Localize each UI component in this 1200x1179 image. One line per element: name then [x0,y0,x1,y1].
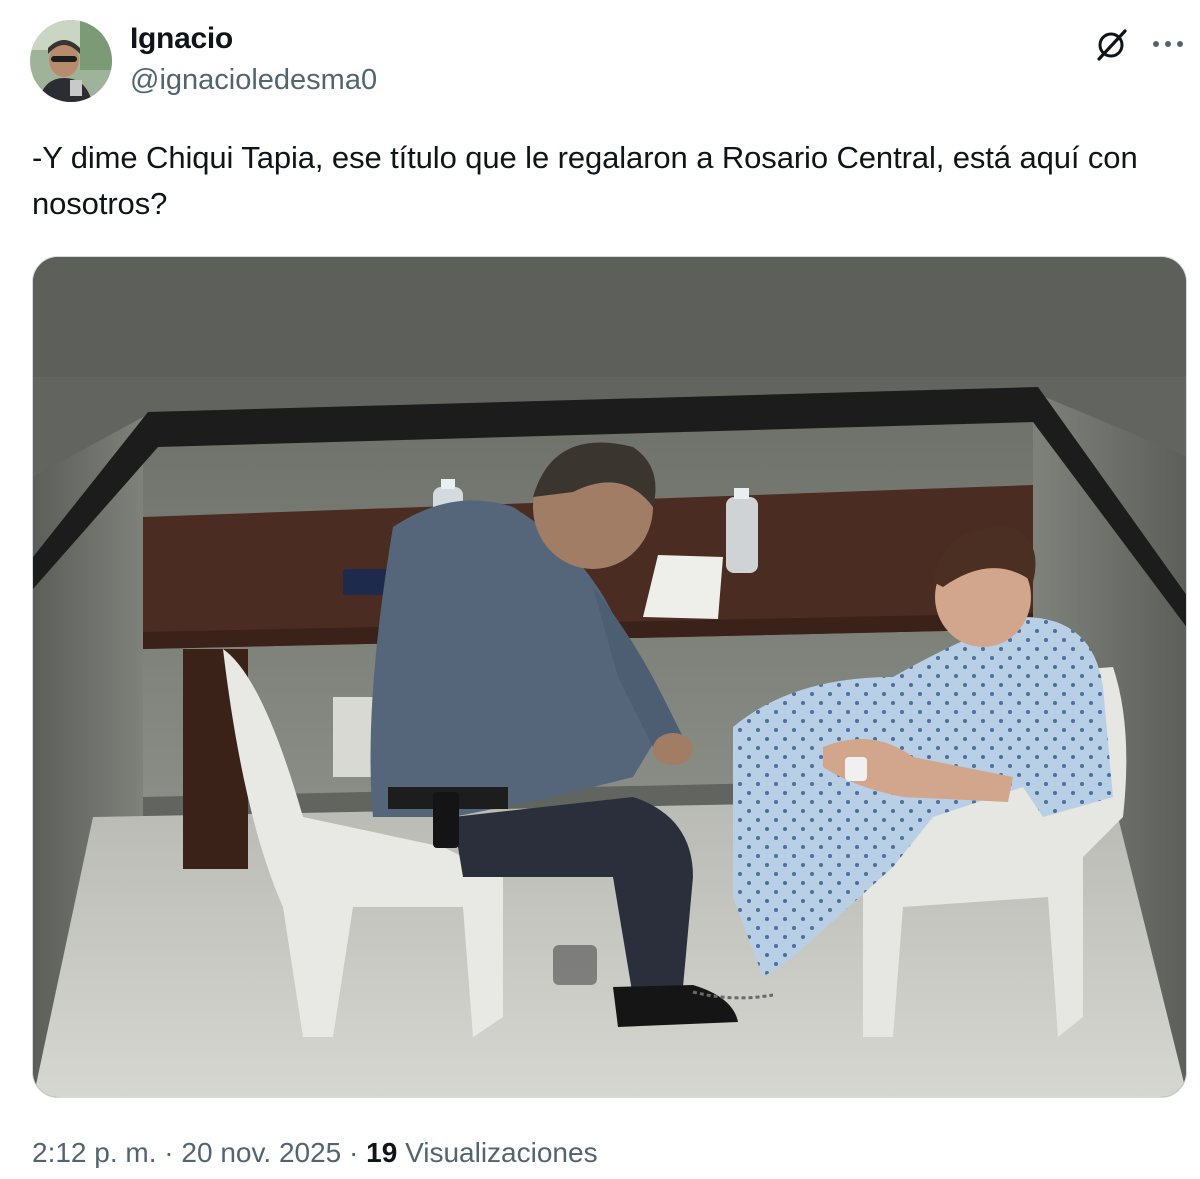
tweet-text: -Y dime Chiqui Tapia, ese título que le … [32,140,1138,221]
tweet-time[interactable]: 2:12 p. m. [32,1137,157,1168]
views-label: Visualizaciones [405,1137,598,1168]
tweet-card: Ignacio @ignacioledesma0 -Y dime Chiqui … [0,0,1200,1179]
grok-icon[interactable] [1094,26,1130,62]
avatar[interactable] [30,20,112,102]
meta-separator: · [349,1137,359,1168]
meta-separator: · [164,1137,174,1168]
more-options-icon[interactable] [1148,26,1188,62]
author-handle[interactable]: @ignacioledesma0 [130,64,377,97]
views-count: 19 [366,1137,398,1168]
author-display-name[interactable]: Ignacio [130,22,233,56]
tweet-meta: 2:12 p. m. · 20 nov. 2025 · 19 Visualiza… [32,1137,598,1169]
tweet-date[interactable]: 20 nov. 2025 [181,1137,341,1168]
tweet-media-image[interactable] [32,256,1187,1098]
